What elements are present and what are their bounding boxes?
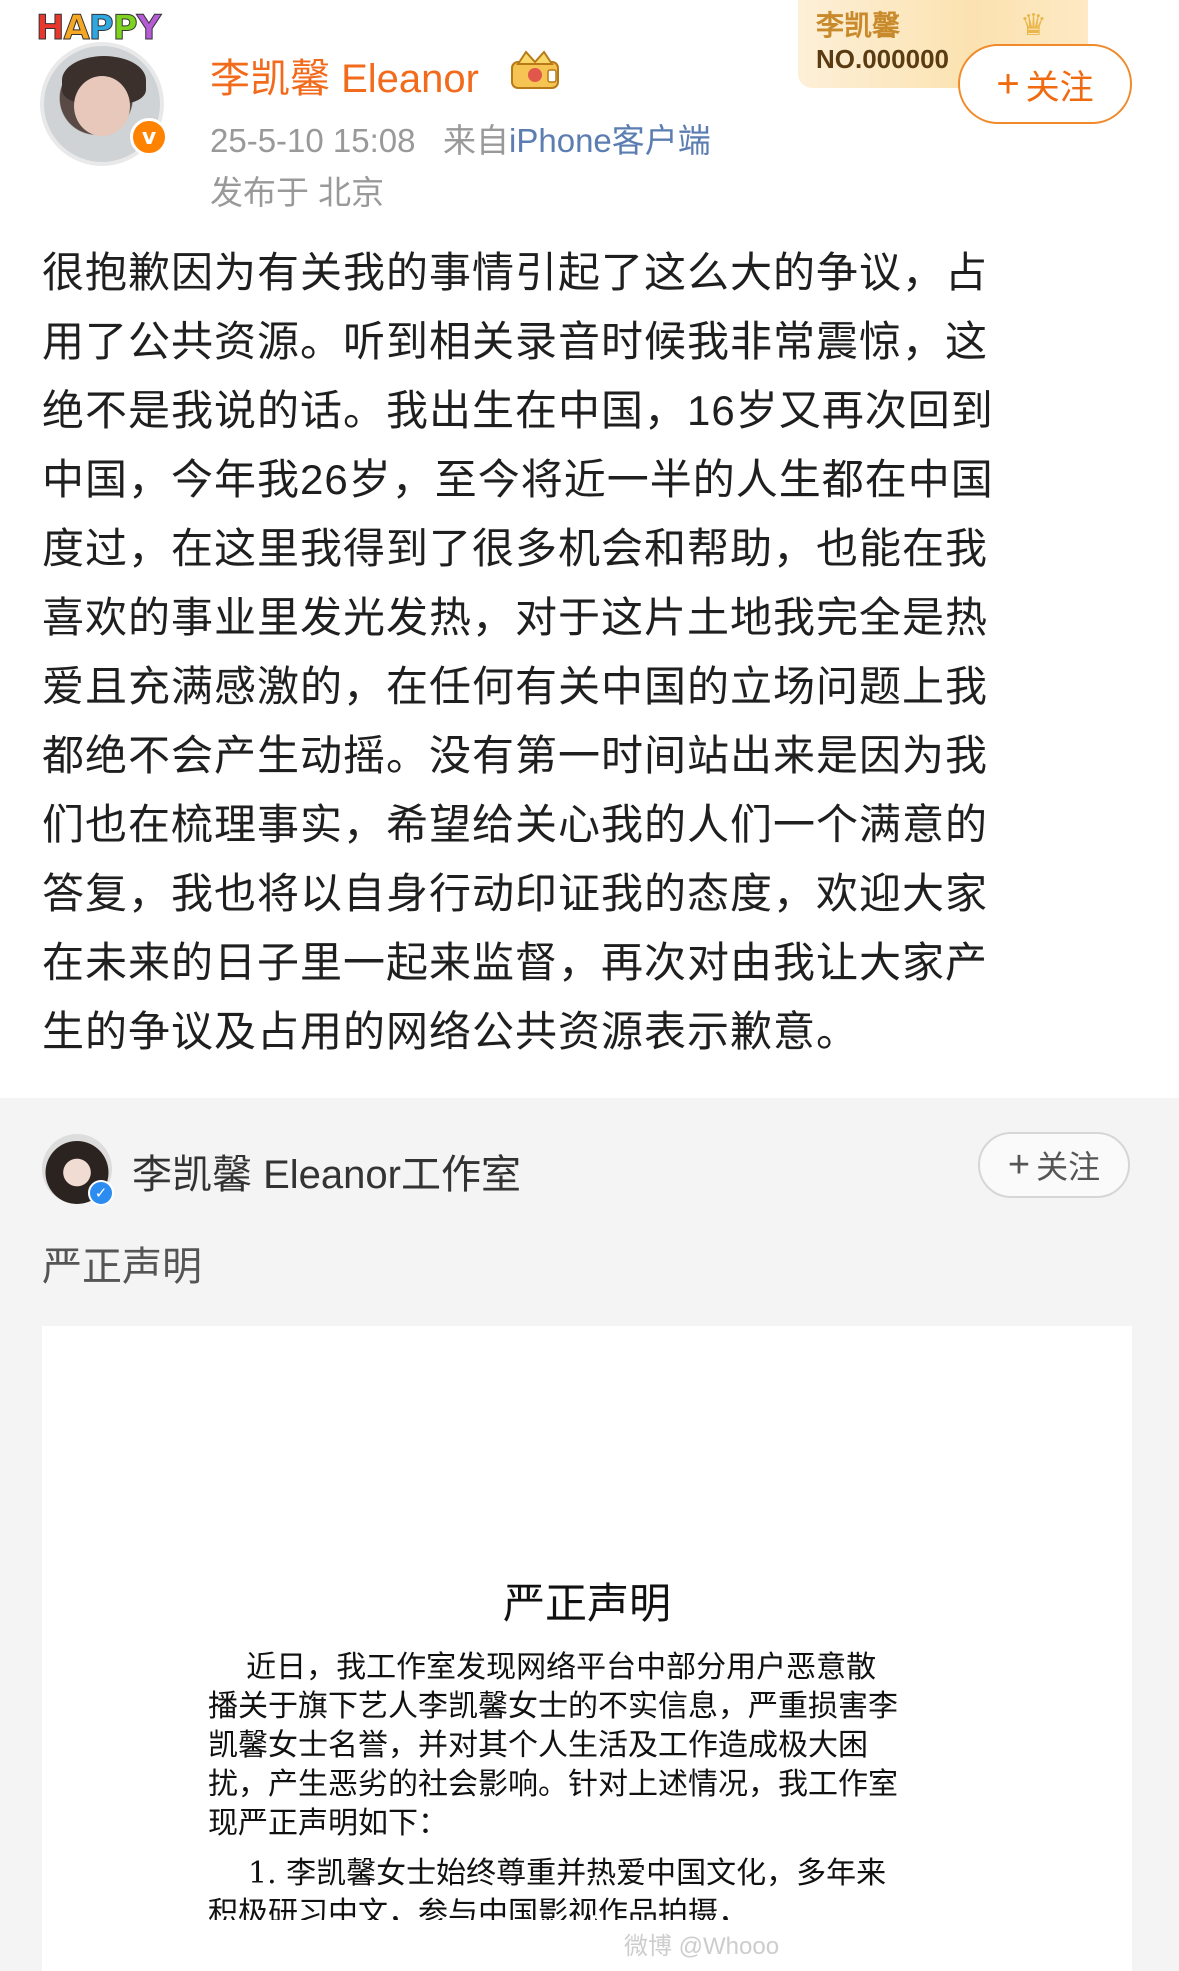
crown-icon [511,50,559,89]
statement-image[interactable]: 严正声明 近日，我工作室发现网络平台中部分用户恶意散 播关于旗下艺人李凯馨女士的… [42,1326,1132,1971]
post-body: 很抱歉因为有关我的事情引起了这么大的争议，占 用了公共资源。听到相关录音时候我非… [42,249,994,1055]
statement-item-1: 1. 李凯馨女士始终尊重并热爱中国文化，多年来 [248,1856,887,1891]
fan-card-crown-icon: ♛ [1020,8,1047,43]
happy-letter: H [35,8,65,49]
fan-card-name: 李凯馨 [816,9,901,42]
repost-author-name[interactable]: 李凯馨 Eleanor工作室 [132,1142,521,1200]
post-location: 发布于 北京 [210,174,385,211]
statement-title: 严正声明 [502,1579,671,1628]
timestamp: 25-5-10 15:08 [210,122,416,159]
statement-item-1-continued: 积极研习中文，参与中国影视作品拍摄， [208,1896,748,1920]
avatar-face [74,76,130,136]
repost-follow-button[interactable]: + 关注 [978,1132,1130,1198]
repost-card[interactable]: ✓ 李凯馨 Eleanor工作室 + 关注 严正声明 严正声明 近日，我工作室发… [0,1098,1179,1971]
repost-follow-label: 关注 [1036,1149,1101,1185]
watermark: 微博 @Whooo [624,1933,780,1960]
source-prefix: 来自 [443,122,510,159]
plus-icon: + [1007,1144,1031,1186]
fan-card-number: NO.000000 [816,44,949,74]
verified-blue-icon: ✓ [88,1180,114,1206]
verified-orange-icon: v [130,118,168,156]
post-meta: 25-5-10 15:08 来自iPhone客户端 [210,114,711,162]
follow-label: 关注 [1025,68,1094,107]
follow-button[interactable]: + 关注 [958,44,1132,124]
plus-icon: + [996,62,1020,106]
happy-letter: A [63,8,90,49]
weibo-post: HAPPY v 李凯馨 Eleanor 25-5-10 15:08 来自iPho… [0,0,1179,1098]
happy-letter: Y [136,8,162,49]
statement-paragraph: 近日，我工作室发现网络平台中部分用户恶意散 播关于旗下艺人李凯馨女士的不实信息，… [208,1650,898,1841]
happy-letter: P [112,8,138,49]
author-name[interactable]: 李凯馨 Eleanor [210,46,479,104]
repost-text: 严正声明 [42,1245,202,1289]
source-link[interactable]: iPhone客户端 [509,122,711,159]
